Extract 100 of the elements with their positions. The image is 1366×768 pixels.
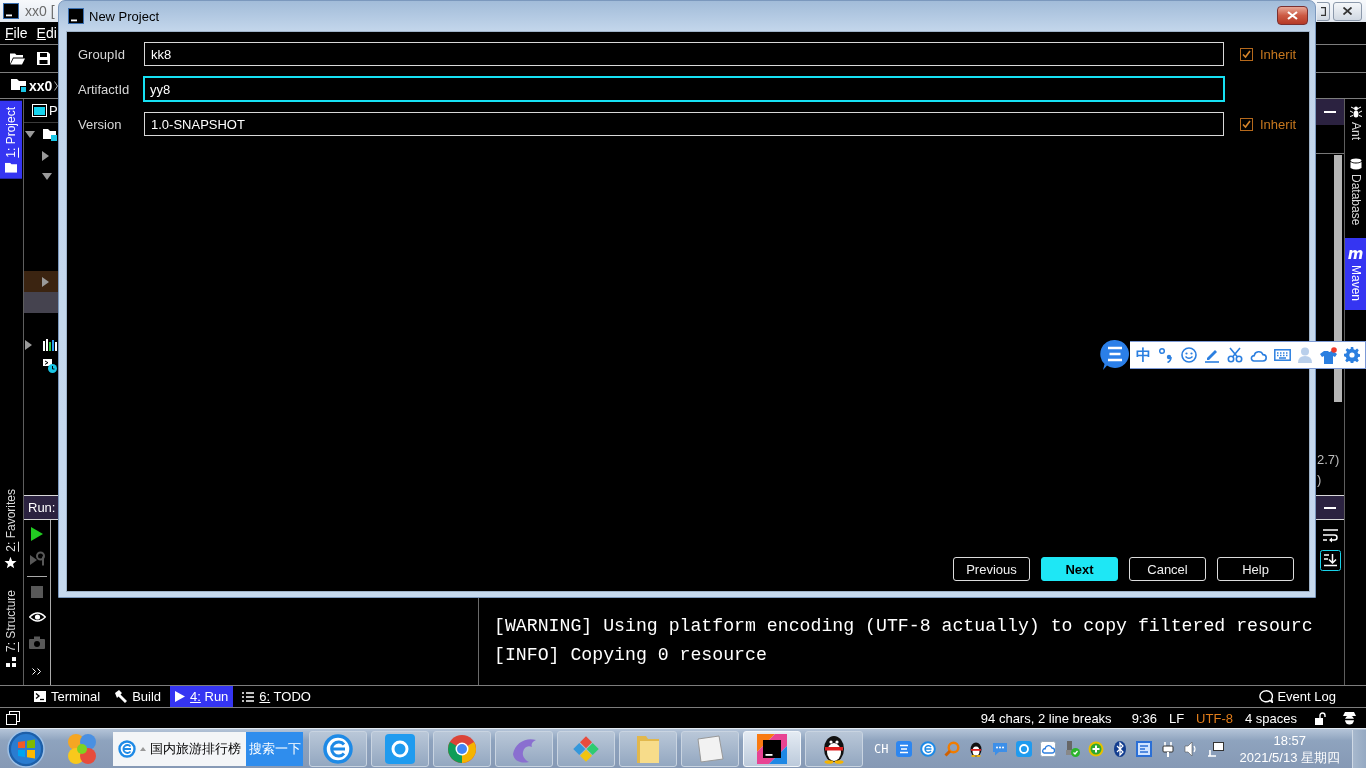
usb-check-icon[interactable] (1064, 740, 1081, 757)
star-icon (4, 556, 18, 569)
status-item[interactable]: 4 spaces (1244, 710, 1297, 726)
run-icon (175, 691, 186, 702)
tree-row[interactable] (24, 271, 58, 292)
input-mode-toggle[interactable]: 中 (1136, 347, 1151, 363)
tool-window-tab[interactable]: Database (1345, 153, 1366, 231)
caret-up-icon (140, 746, 146, 751)
checkbox[interactable] (1240, 47, 1253, 61)
document-tile-icon[interactable] (1136, 740, 1153, 757)
taskbar-button[interactable] (805, 730, 863, 767)
breadcrumb-item[interactable]: xx0 (29, 77, 53, 94)
cloud-icon[interactable] (1250, 348, 1267, 362)
unlocked-icon[interactable] (1315, 711, 1326, 725)
tool-window-tab[interactable]: 6: TODO (237, 686, 316, 707)
tool-window-tab[interactable]: 7: Structure (0, 583, 22, 673)
text-field[interactable]: kk8 (144, 42, 1224, 66)
tree-arrow-right-icon[interactable] (42, 276, 49, 287)
maximize-button[interactable] (1317, 1, 1330, 21)
module-folder-icon (11, 78, 27, 93)
tool-window-tab[interactable]: Build (109, 686, 167, 707)
soft-wrap-icon[interactable] (1322, 529, 1338, 543)
hat-person-icon[interactable] (1342, 711, 1357, 725)
close-icon (1343, 7, 1352, 15)
plus-circle-icon[interactable] (1088, 740, 1105, 757)
text-field[interactable]: 1.0-SNAPSHOT (144, 112, 1224, 136)
status-item[interactable]: 94 chars, 2 line breaks (980, 710, 1112, 726)
panel-text: ) (1316, 471, 1322, 489)
close-button[interactable] (1333, 1, 1362, 21)
tool-window-tab[interactable]: 1: Project (0, 101, 22, 179)
tool-window-tab[interactable]: 2: Favorites (0, 483, 22, 575)
browser-icon (323, 733, 353, 764)
folder-icon (5, 162, 17, 173)
app-logo-icon (68, 8, 84, 24)
dialog-button[interactable]: Help (1217, 557, 1294, 581)
search-field[interactable]: 国内旅游排行榜 (113, 731, 246, 766)
dialog-button[interactable]: Cancel (1129, 557, 1206, 581)
colored-balls-icon[interactable] (65, 731, 99, 766)
network-icon[interactable] (1208, 740, 1225, 757)
console-line: [INFO] Copying 0 resource (494, 644, 767, 667)
tool-window-tab[interactable]: 4: Run (170, 686, 234, 707)
tool-window-tab[interactable]: Ant (1345, 101, 1366, 145)
window-icon (32, 104, 47, 117)
breadcrumb-chevron-icon (54, 80, 59, 91)
module-folder-icon (43, 128, 57, 141)
keyboard-icon[interactable] (1274, 349, 1291, 361)
scroll-to-end-icon[interactable] (1319, 550, 1341, 571)
dialog-title: New Project (89, 8, 160, 24)
scratch-file-icon (43, 358, 57, 373)
text-field[interactable]: yy8 (143, 76, 1225, 102)
close-button[interactable] (1277, 5, 1308, 25)
app-logo-icon (3, 3, 19, 19)
maximize-icon (1320, 6, 1326, 16)
tree-arrow-right-icon[interactable] (42, 150, 49, 161)
settings-icon[interactable] (1344, 347, 1360, 363)
start-orb-icon[interactable] (7, 729, 45, 768)
shirt-icon[interactable] (1319, 346, 1337, 364)
field-label: Version (78, 116, 122, 132)
status-item[interactable]: UTF-8 (1196, 710, 1233, 726)
run-icon[interactable] (31, 527, 43, 541)
paper-tile-icon (696, 734, 724, 763)
console-line: [WARNING] Using platform encoding (UTF-8 actually) to copy filtered resourc (494, 615, 1313, 638)
browser-icon[interactable] (920, 740, 937, 757)
cloud-icon[interactable] (1040, 740, 1057, 757)
tree-arrow-down-icon[interactable] (25, 131, 35, 138)
eye-icon[interactable] (28, 611, 46, 624)
smiley-icon[interactable] (1181, 347, 1197, 363)
status-item[interactable]: 9:36 (1131, 710, 1157, 726)
save-icon[interactable] (37, 52, 50, 65)
checkbox[interactable] (1240, 117, 1253, 131)
scissors-icon[interactable] (1227, 347, 1243, 363)
ime-logo-icon[interactable] (1100, 339, 1130, 371)
panel-toggle-icon[interactable] (6, 711, 20, 725)
ime-icon[interactable] (896, 740, 913, 757)
chevrons-icon[interactable] (32, 668, 42, 675)
tree-arrow-right-icon[interactable] (25, 339, 32, 350)
menu-item[interactable]: File (5, 25, 28, 41)
close-icon (1287, 10, 1298, 20)
menu-item[interactable]: Edi (36, 25, 57, 41)
database-icon (1349, 158, 1362, 170)
tool-window-tab[interactable]: Terminal (29, 686, 106, 707)
panel-title: P (49, 103, 58, 118)
tree-arrow-down-icon[interactable] (42, 173, 52, 180)
pen-icon[interactable] (1204, 347, 1220, 363)
punctuation-icon[interactable] (1158, 347, 1174, 363)
minimize-icon[interactable] (1324, 506, 1336, 509)
dialog-button[interactable]: Next (1041, 557, 1118, 581)
status-item[interactable]: LF (1168, 710, 1185, 726)
bluetooth-icon[interactable] (1112, 740, 1129, 757)
event-log-button[interactable]: Event Log (1259, 686, 1336, 707)
penguin-icon (821, 733, 847, 764)
tool-window-tab[interactable]: m Maven (1345, 238, 1366, 311)
dialog-button[interactable]: Previous (953, 557, 1030, 581)
structure-icon (6, 657, 16, 667)
app-tile-icon[interactable] (1016, 740, 1033, 757)
open-folder-icon[interactable] (10, 52, 25, 65)
checkbox-label[interactable]: Inherit (1260, 46, 1297, 62)
browser-icon (118, 739, 136, 758)
power-plug-icon[interactable] (1160, 740, 1177, 757)
checkbox-label[interactable]: Inherit (1260, 116, 1297, 132)
